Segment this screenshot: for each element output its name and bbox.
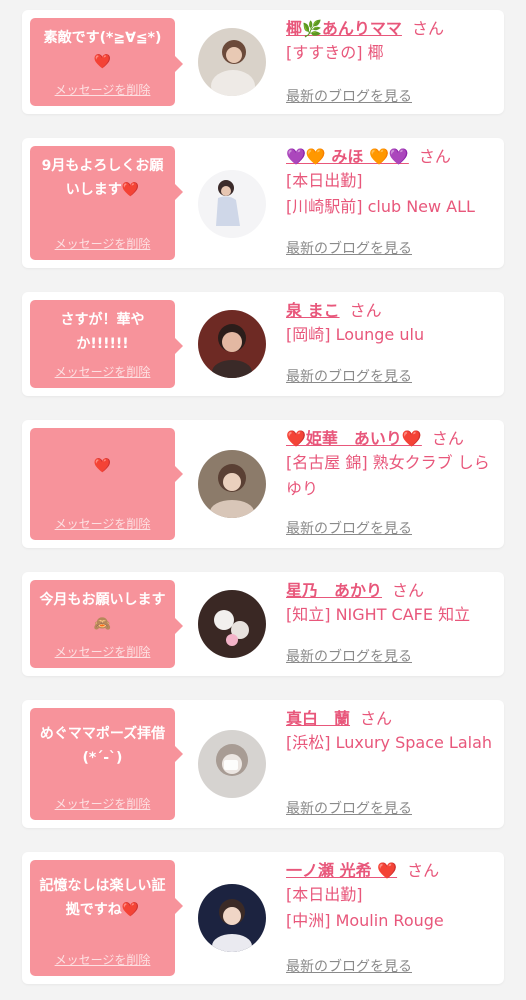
latest-blog-link[interactable]: 最新のブログを見る bbox=[286, 798, 412, 818]
latest-blog-link[interactable]: 最新のブログを見る bbox=[286, 86, 412, 106]
message-text: めぐママポーズ拝借(*´-`) bbox=[39, 726, 166, 766]
shop-line: [本日出勤] bbox=[286, 171, 363, 190]
message-text: 素敵です(*≧∀≦*)❤️ bbox=[43, 30, 162, 70]
avatar[interactable] bbox=[198, 590, 266, 658]
honorific: さん bbox=[431, 429, 464, 448]
message-text: 記憶なしは楽しい証拠ですね❤️ bbox=[39, 878, 166, 918]
list-item: 今月もお願いします🙈 メッセージを削除 星乃 あかり さん [知立] NIGHT … bbox=[22, 572, 504, 676]
shop-line: [本日出勤] bbox=[286, 885, 363, 904]
latest-blog-link[interactable]: 最新のブログを見る bbox=[286, 956, 412, 976]
honorific: さん bbox=[407, 861, 440, 880]
user-name-link[interactable]: 泉 まこ bbox=[286, 301, 340, 320]
avatar[interactable] bbox=[198, 450, 266, 518]
delete-message-link[interactable]: メッセージを削除 bbox=[55, 364, 151, 380]
avatar[interactable] bbox=[198, 310, 266, 378]
list-item: ❤️ メッセージを削除 ❤️姫華 あいり❤️ さん [名古屋 錦] 熟女クラブ し… bbox=[22, 420, 504, 548]
shop-line: [名古屋 錦] 熟女クラブ しらゆり bbox=[286, 453, 490, 498]
message-text: 9月もよろしくお願いします❤️ bbox=[41, 158, 164, 198]
latest-blog-link[interactable]: 最新のブログを見る bbox=[286, 646, 412, 666]
avatar[interactable] bbox=[198, 28, 266, 96]
message-text: 今月もお願いします🙈 bbox=[39, 592, 166, 632]
avatar[interactable] bbox=[198, 170, 266, 238]
delete-message-link[interactable]: メッセージを削除 bbox=[55, 644, 151, 660]
message-text: さすが！華やか!!!!!! bbox=[60, 312, 145, 352]
message-bubble: さすが！華やか!!!!!! メッセージを削除 bbox=[30, 300, 183, 388]
honorific: さん bbox=[349, 301, 382, 320]
latest-blog-link[interactable]: 最新のブログを見る bbox=[286, 238, 412, 258]
shop-line: [川崎駅前] club New ALL bbox=[286, 197, 475, 216]
message-bubble: めぐママポーズ拝借(*´-`) メッセージを削除 bbox=[30, 708, 183, 820]
list-item: 9月もよろしくお願いします❤️ メッセージを削除 💜🧡 みほ 🧡💜 さん [本日出… bbox=[22, 138, 504, 268]
user-name-link[interactable]: ❤️姫華 あいり❤️ bbox=[286, 429, 422, 448]
avatar[interactable] bbox=[198, 730, 266, 798]
user-name-link[interactable]: 星乃 あかり bbox=[286, 581, 382, 600]
honorific: さん bbox=[360, 709, 393, 728]
delete-message-link[interactable]: メッセージを削除 bbox=[55, 796, 151, 812]
honorific: さん bbox=[418, 147, 451, 166]
shop-line: [知立] NIGHT CAFE 知立 bbox=[286, 605, 471, 624]
delete-message-link[interactable]: メッセージを削除 bbox=[55, 952, 151, 968]
latest-blog-link[interactable]: 最新のブログを見る bbox=[286, 518, 412, 538]
delete-message-link[interactable]: メッセージを削除 bbox=[55, 82, 151, 98]
message-bubble: 素敵です(*≧∀≦*)❤️ メッセージを削除 bbox=[30, 18, 183, 106]
message-bubble: 今月もお願いします🙈 メッセージを削除 bbox=[30, 580, 183, 668]
list-item: めぐママポーズ拝借(*´-`) メッセージを削除 真白 蘭さん [浜松] Lux… bbox=[22, 700, 504, 828]
avatar[interactable] bbox=[198, 884, 266, 952]
user-name-link[interactable]: 椰🌿あんりママ bbox=[286, 19, 402, 38]
message-bubble: 記憶なしは楽しい証拠ですね❤️ メッセージを削除 bbox=[30, 860, 183, 976]
delete-message-link[interactable]: メッセージを削除 bbox=[55, 516, 151, 532]
shop-line: [中洲] Moulin Rouge bbox=[286, 911, 444, 930]
shop-line: [すすきの] 椰 bbox=[286, 43, 384, 62]
user-name-link[interactable]: 一ノ瀬 光希 ❤️ bbox=[286, 861, 397, 880]
message-bubble: 9月もよろしくお願いします❤️ メッセージを削除 bbox=[30, 146, 183, 260]
user-name-link[interactable]: 真白 蘭 bbox=[286, 709, 350, 728]
message-text: ❤️ bbox=[93, 458, 112, 474]
user-name-link[interactable]: 💜🧡 みほ 🧡💜 bbox=[286, 147, 409, 166]
shop-line: [岡崎] Lounge ulu bbox=[286, 325, 425, 344]
honorific: さん bbox=[411, 19, 444, 38]
message-bubble: ❤️ メッセージを削除 bbox=[30, 428, 183, 540]
shop-line: [浜松] Luxury Space Lalah bbox=[286, 733, 493, 752]
message-list: 素敵です(*≧∀≦*)❤️ メッセージを削除 椰🌿あんりママ さん [すすきの] … bbox=[0, 0, 526, 1000]
list-item: さすが！華やか!!!!!! メッセージを削除 泉 まこ さん [岡崎] Loung… bbox=[22, 292, 504, 396]
honorific: さん bbox=[392, 581, 425, 600]
list-item: 素敵です(*≧∀≦*)❤️ メッセージを削除 椰🌿あんりママ さん [すすきの] … bbox=[22, 10, 504, 114]
latest-blog-link[interactable]: 最新のブログを見る bbox=[286, 366, 412, 386]
delete-message-link[interactable]: メッセージを削除 bbox=[55, 236, 151, 252]
list-item: 記憶なしは楽しい証拠ですね❤️ メッセージを削除 一ノ瀬 光希 ❤️ さん [本日… bbox=[22, 852, 504, 984]
